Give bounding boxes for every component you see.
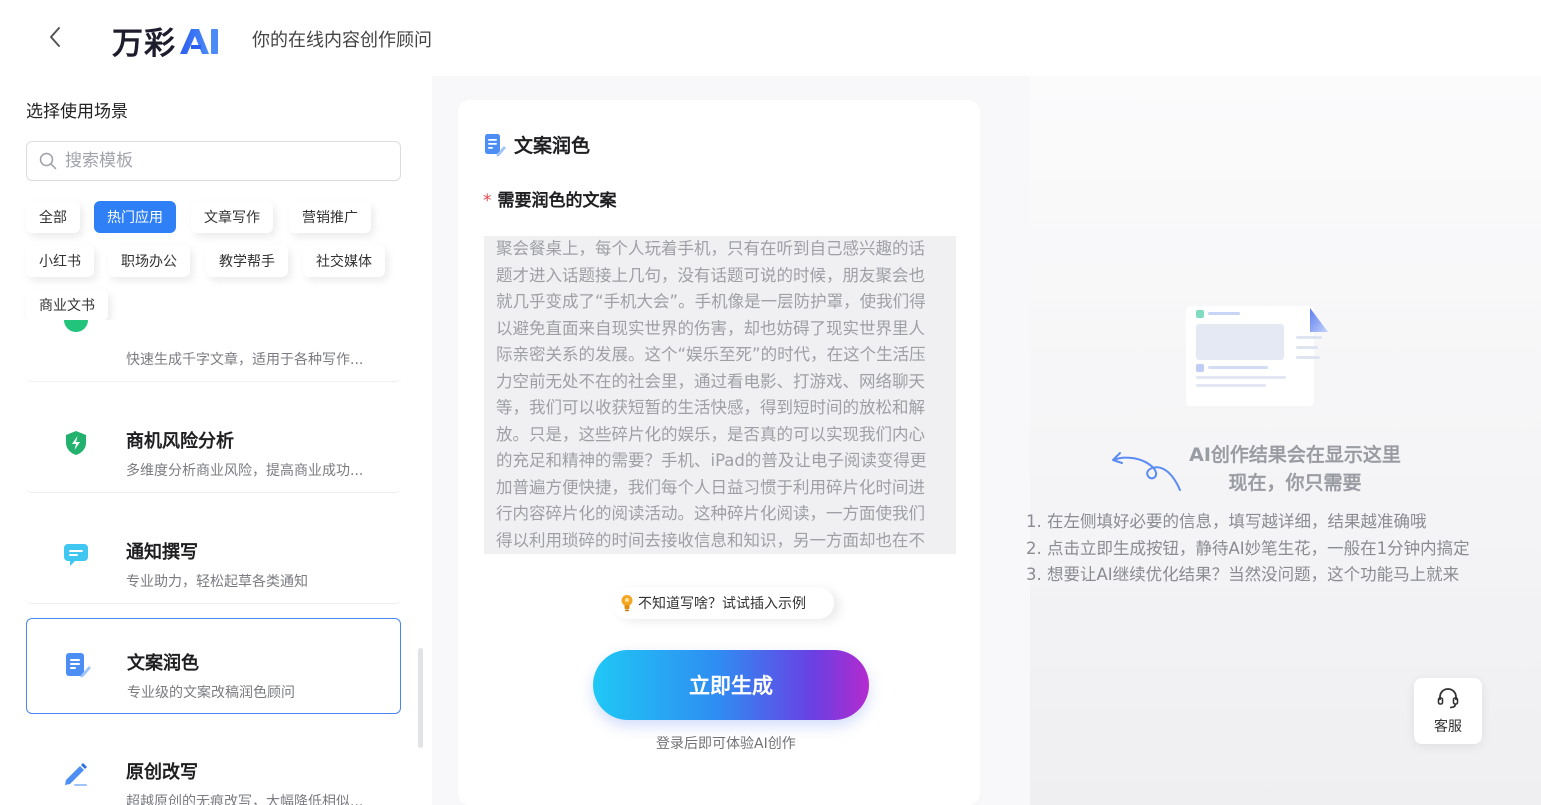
customer-service-label: 客服: [1434, 719, 1462, 735]
chip-business-docs[interactable]: 商业文书: [26, 289, 108, 321]
chip-social-media[interactable]: 社交媒体: [303, 245, 385, 277]
template-title: 通知撰写: [126, 542, 198, 563]
article-icon: [64, 320, 88, 332]
generate-button[interactable]: 立即生成: [593, 650, 869, 720]
brand-ai-mark: [180, 28, 218, 54]
result-step: 2. 点击立即生成按钮，静待AI妙笔生花，一般在1分钟内搞定: [1026, 538, 1470, 558]
form-header: 文案润色: [484, 131, 590, 158]
insert-example-label: 不知道写啥？试试插入示例: [638, 596, 806, 612]
template-desc: 快速生成千字文章，适用于各种写作...: [126, 352, 364, 368]
header: 万彩 你的在线内容创作顾问: [0, 0, 1541, 76]
template-title: 文案润色: [127, 653, 199, 674]
lightbulb-icon: [621, 595, 633, 612]
chip-all[interactable]: 全部: [26, 201, 80, 233]
chevron-left-icon: [50, 27, 60, 47]
chip-teaching[interactable]: 教学帮手: [206, 245, 288, 277]
copy-text-input[interactable]: 聚会餐桌上，每个人玩着手机，只有在听到自己感兴趣的话题才进入话题接上几句，没有话…: [484, 236, 956, 554]
template-card-rewrite[interactable]: 原创改写 超越原创的无痕改写，大幅降低相似...: [26, 728, 401, 805]
empty-result-illustration: [1186, 306, 1328, 406]
result-title-line1: AI创作结果会在显示这里: [1189, 444, 1401, 466]
template-title: 商机风险分析: [126, 431, 234, 452]
chip-marketing[interactable]: 营销推广: [289, 201, 371, 233]
field-label-text: 需要润色的文案: [497, 191, 617, 211]
template-desc: 专业级的文案改稿润色顾问: [127, 685, 295, 701]
chat-bubble-icon: [64, 544, 88, 566]
template-list: 快速生成千字文章，适用于各种写作... 商机风险分析 多维度分析商业风险，提高商…: [26, 320, 402, 805]
scene-title: 选择使用场景: [26, 102, 128, 122]
result-placeholder-title: AI创作结果会在显示这里 现在，你只需要: [1142, 441, 1448, 497]
result-step: 1. 在左侧填好必要的信息，填写越详细，结果越准确哦: [1026, 512, 1427, 531]
search-icon: [39, 152, 57, 170]
template-desc: 超越原创的无痕改写，大幅降低相似...: [126, 794, 364, 805]
template-card-risk-analysis[interactable]: 商机风险分析 多维度分析商业风险，提高商业成功...: [26, 397, 401, 493]
field-label: * 需要润色的文案: [483, 186, 617, 211]
sidebar-scrollbar[interactable]: [418, 648, 423, 748]
brand-name: 万彩: [112, 26, 176, 62]
headset-icon: [1437, 688, 1459, 709]
form-title: 文案润色: [514, 135, 591, 157]
chip-office[interactable]: 职场办公: [108, 245, 190, 277]
document-pen-icon: [485, 133, 506, 156]
pencil-icon: [65, 763, 87, 786]
template-card-article[interactable]: 快速生成千字文章，适用于各种写作...: [26, 320, 401, 382]
back-button[interactable]: [36, 18, 74, 56]
login-tip: 登录后即可体验AI创作: [656, 736, 796, 752]
template-title: 原创改写: [126, 762, 198, 783]
template-desc: 专业助力，轻松起草各类通知: [126, 574, 308, 590]
chip-xiaohongshu[interactable]: 小红书: [26, 245, 94, 277]
search-box[interactable]: [26, 141, 401, 181]
search-input[interactable]: [65, 151, 365, 171]
template-card-notice[interactable]: 通知撰写 专业助力，轻松起草各类通知: [26, 508, 401, 604]
template-card-copy-polish[interactable]: 文案润色 专业级的文案改稿润色顾问: [26, 618, 401, 714]
result-title-line2: 现在，你只需要: [1228, 472, 1362, 494]
document-pen-icon: [66, 653, 91, 678]
slogan: 你的在线内容创作顾问: [252, 30, 432, 51]
shield-bolt-icon: [66, 431, 86, 455]
customer-service-button[interactable]: 客服: [1414, 678, 1482, 744]
chip-hot-apps[interactable]: 热门应用: [94, 201, 176, 233]
brand-logo[interactable]: 万彩: [112, 18, 222, 63]
insert-example-button[interactable]: 不知道写啥？试试插入示例: [612, 587, 834, 619]
required-mark: *: [483, 191, 492, 211]
result-steps: 1. 在左侧填好必要的信息，填写越详细，结果越准确哦 2. 点击立即生成按钮，静…: [1026, 509, 1470, 589]
chip-article-writing[interactable]: 文章写作: [191, 201, 273, 233]
result-step: 3. 想要让AI继续优化结果？当然没问题，这个功能马上就来: [1026, 565, 1460, 584]
template-desc: 多维度分析商业风险，提高商业成功...: [126, 463, 364, 479]
